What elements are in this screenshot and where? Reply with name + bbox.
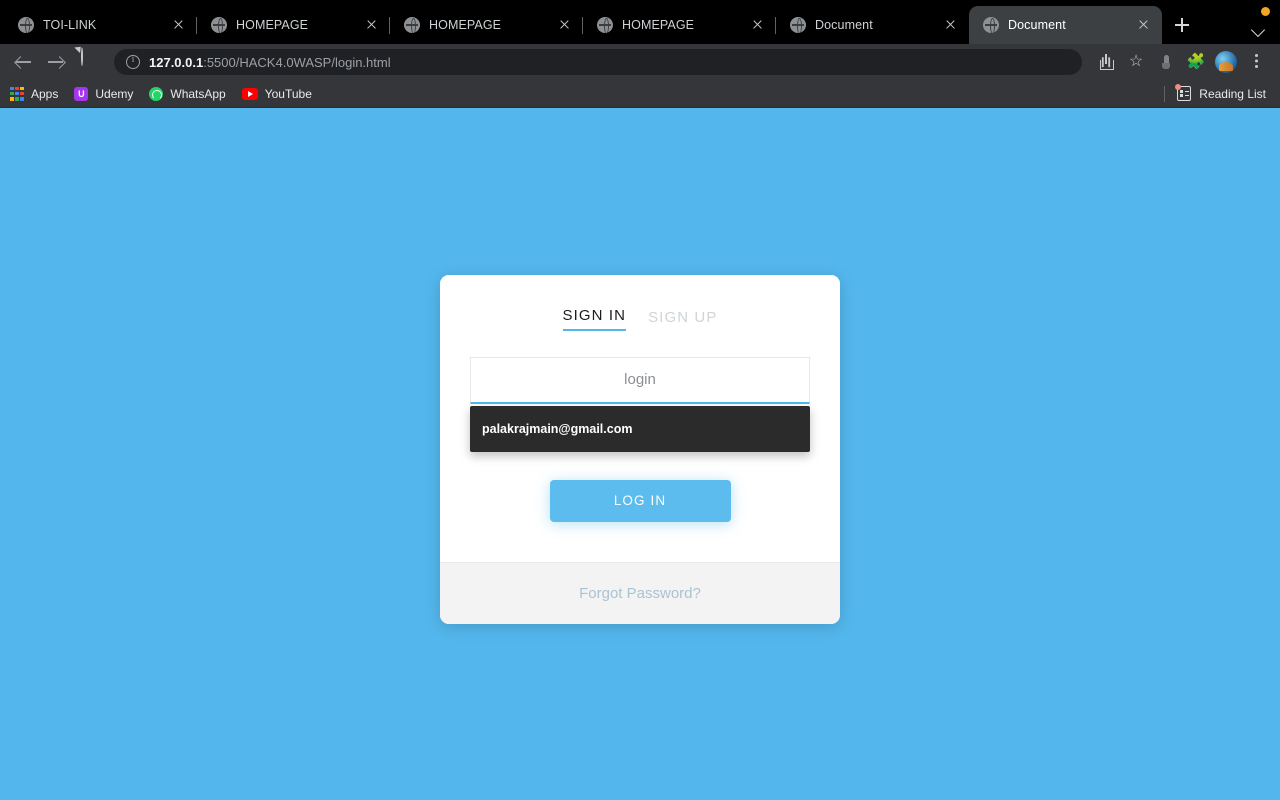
bookmark-label: Apps	[31, 86, 59, 101]
bookmark-apps[interactable]: Apps	[10, 86, 59, 101]
url-text: 127.0.0.1:5500/HACK4.0WASP/login.html	[149, 55, 391, 70]
tab-title: TOI-LINK	[43, 18, 97, 32]
udemy-icon: U	[74, 86, 89, 101]
youtube-icon	[241, 87, 258, 100]
whatsapp-icon	[149, 86, 164, 101]
reading-list-icon	[1175, 84, 1192, 101]
close-icon[interactable]	[362, 16, 380, 34]
globe-icon	[983, 17, 999, 33]
bookmark-label: WhatsApp	[170, 86, 226, 101]
close-icon[interactable]	[1134, 16, 1152, 34]
autofill-suggestion[interactable]: palakrajmain@gmail.com	[482, 420, 798, 438]
bookmark-udemy[interactable]: U Udemy	[74, 86, 134, 101]
profile-avatar-icon[interactable]	[1215, 51, 1237, 73]
auth-tabs: SIGN IN SIGN UP	[470, 307, 810, 331]
browser-tab-0[interactable]: TOI-LINK	[4, 6, 197, 44]
globe-icon	[597, 17, 613, 33]
globe-icon	[790, 17, 806, 33]
more-vertical-icon[interactable]	[1242, 48, 1270, 76]
chevron-down-icon[interactable]	[1250, 20, 1268, 38]
globe-icon	[211, 17, 227, 33]
tab-title: Document	[815, 18, 873, 32]
address-bar[interactable]: 127.0.0.1:5500/HACK4.0WASP/login.html	[114, 49, 1082, 75]
star-icon[interactable]: ☆	[1122, 48, 1150, 76]
login-input[interactable]	[470, 356, 810, 404]
extensions-puzzle-icon[interactable]: 🧩	[1182, 48, 1210, 76]
window-indicator-dot	[1261, 7, 1270, 16]
share-icon[interactable]	[1092, 48, 1120, 76]
url-path: :5500/HACK4.0WASP/login.html	[203, 54, 391, 70]
reading-list-button[interactable]: Reading List	[1164, 84, 1270, 102]
login-card-footer: Forgot Password?	[440, 561, 840, 624]
bookmarks-bar: Apps U Udemy WhatsApp YouTube Reading Li…	[0, 80, 1280, 108]
close-icon[interactable]	[941, 16, 959, 34]
page-viewport: SIGN IN SIGN UP palakrajmain@gmail.com L…	[0, 108, 1280, 800]
arrow-right-icon[interactable]	[42, 48, 70, 76]
info-circle-icon[interactable]	[126, 54, 140, 69]
tab-title: Document	[1008, 18, 1066, 32]
close-icon[interactable]	[169, 16, 187, 34]
url-host: 127.0.0.1	[149, 54, 204, 70]
browser-tab-1[interactable]: HOMEPAGE	[197, 6, 390, 44]
tab-sign-up[interactable]: SIGN UP	[648, 309, 717, 331]
browser-window: TOI-LINK HOMEPAGE HOMEPAGE HOMEPAGE Docu…	[0, 0, 1280, 800]
browser-tab-3[interactable]: HOMEPAGE	[583, 6, 776, 44]
log-in-button[interactable]: LOG IN	[549, 479, 731, 522]
bookmark-label: YouTube	[264, 86, 312, 101]
tab-title: HOMEPAGE	[236, 18, 309, 32]
bookmark-label: Udemy	[95, 86, 134, 101]
tab-title: HOMEPAGE	[622, 18, 695, 32]
browser-tab-5-active[interactable]: Document	[969, 6, 1162, 44]
tab-sign-in[interactable]: SIGN IN	[562, 307, 627, 331]
browser-toolbar: 127.0.0.1:5500/HACK4.0WASP/login.html ☆ …	[0, 44, 1280, 80]
toolbar-icons: ☆ 🧩	[1092, 48, 1270, 76]
login-card-body: SIGN IN SIGN UP palakrajmain@gmail.com L…	[440, 274, 840, 562]
globe-icon	[18, 17, 34, 33]
tab-strip-actions	[1250, 20, 1280, 44]
bookmark-youtube[interactable]: YouTube	[241, 86, 312, 101]
browser-tab-4[interactable]: Document	[776, 6, 969, 44]
autofill-dropdown[interactable]: palakrajmain@gmail.com	[470, 405, 810, 452]
login-field-wrapper: palakrajmain@gmail.com	[470, 356, 810, 452]
globe-icon	[404, 17, 420, 33]
apps-grid-icon	[10, 86, 24, 101]
arrow-left-icon[interactable]	[10, 48, 38, 76]
close-icon[interactable]	[555, 16, 573, 34]
forgot-password-link[interactable]: Forgot Password?	[579, 585, 701, 602]
close-icon[interactable]	[748, 16, 766, 34]
login-card: SIGN IN SIGN UP palakrajmain@gmail.com L…	[440, 274, 840, 624]
reading-list-label: Reading List	[1199, 86, 1266, 101]
browser-tab-2[interactable]: HOMEPAGE	[390, 6, 583, 44]
cursor-icon[interactable]	[1152, 48, 1180, 76]
tab-title: HOMEPAGE	[429, 18, 502, 32]
divider	[1164, 85, 1166, 102]
reload-icon[interactable]	[74, 47, 102, 76]
bookmark-whatsapp[interactable]: WhatsApp	[149, 86, 226, 101]
tab-strip: TOI-LINK HOMEPAGE HOMEPAGE HOMEPAGE Docu…	[0, 0, 1280, 44]
new-tab-button[interactable]	[1168, 11, 1196, 39]
